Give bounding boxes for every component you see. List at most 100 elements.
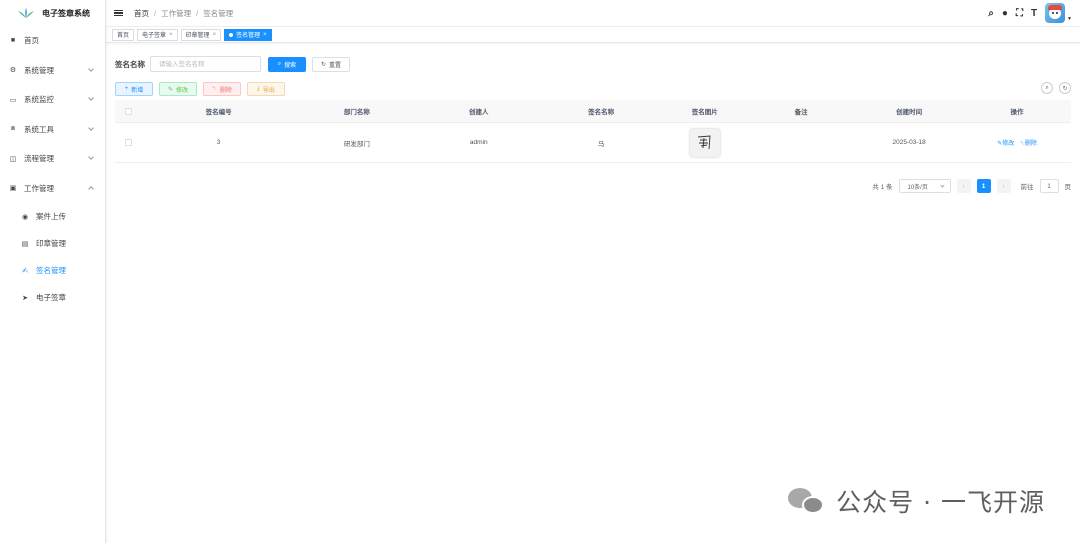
breadcrumb-home[interactable]: 首页	[134, 8, 149, 19]
plus-icon: +	[124, 86, 129, 92]
column-header-dept: 部门名称	[343, 109, 370, 116]
breadcrumb-work: 工作管理	[161, 8, 192, 18]
page-size-select[interactable]: 10条/页	[898, 179, 951, 193]
row-edit-label: 修改	[1002, 140, 1015, 147]
seal-icon: ▤	[21, 240, 29, 248]
goto-prefix: 前往	[1020, 184, 1034, 191]
refresh-icon[interactable]: ↻	[1059, 82, 1071, 94]
column-header-name: 签名名称	[588, 109, 615, 116]
dashboard-icon: ■	[10, 37, 16, 45]
breadcrumb-separator: /	[196, 8, 199, 18]
export-button[interactable]: ⤓ 导出	[247, 82, 285, 96]
cell-dept: 研发部门	[343, 140, 370, 148]
fullscreen-icon[interactable]: ⛶	[1016, 8, 1023, 19]
signature-table: 签名编号 部门名称 创建人 签名名称 签名图片 备注 创建时间 操作 3 研发部…	[115, 100, 1071, 163]
cell-name: 马	[597, 140, 605, 148]
edit-icon: ✎	[167, 86, 173, 93]
select-all-cell	[115, 107, 141, 115]
edit-button[interactable]: ✎ 修改	[159, 82, 197, 96]
add-button[interactable]: + 新增	[115, 82, 153, 96]
search-button-label: 搜索	[284, 62, 297, 69]
flow-icon: ◫	[9, 155, 17, 163]
tags-view: 首页 电子签章 × 印章管理 × 签名管理 ×	[106, 26, 1080, 43]
table-row[interactable]: 3 研发部门 admin 马 2025-03-18 ✎修改 ␡删除	[115, 123, 1071, 163]
sidebar-item-system-monitor[interactable]: ▭ 系统监控	[0, 85, 105, 115]
select-all-checkbox[interactable]	[124, 107, 132, 115]
sidebar-item-label: 系统监控	[24, 95, 54, 105]
tag-home[interactable]: 首页	[112, 28, 135, 41]
chevron-down-icon	[88, 154, 94, 160]
close-icon[interactable]: ×	[263, 32, 267, 38]
goto-page-input[interactable]	[1039, 179, 1059, 193]
column-header-remark: 备注	[794, 109, 808, 116]
close-icon[interactable]: ×	[169, 32, 173, 38]
next-page-button[interactable]: ›	[996, 179, 1011, 193]
sidebar-item-flow-management[interactable]: ◫ 流程管理	[0, 144, 105, 174]
send-icon: ➤	[22, 294, 28, 302]
row-checkbox[interactable]	[124, 139, 132, 146]
column-header-creator: 创建人	[469, 109, 489, 116]
signature-name-input[interactable]	[150, 56, 261, 72]
briefcase-icon: ▣	[9, 185, 17, 193]
search-form: 签名名称 ⌕ 搜索 ↻ 重置	[115, 56, 350, 72]
sidebar-subitem-case-upload[interactable]: ◉ 案件上传	[0, 203, 105, 230]
search-button[interactable]: ⌕ 搜索	[268, 56, 306, 72]
sidebar-item-label: 系统管理	[24, 65, 54, 75]
avatar[interactable]	[1045, 3, 1066, 23]
pagination-total: 共 1 条	[872, 184, 893, 191]
tag-signature-management[interactable]: 签名管理 ×	[224, 28, 272, 41]
active-dot-icon	[229, 32, 234, 37]
row-select-cell	[115, 139, 141, 146]
reset-button-label: 重置	[329, 62, 342, 69]
sidebar-item-label: 工作管理	[24, 183, 54, 193]
leaf-logo-icon	[18, 8, 34, 18]
caret-down-icon[interactable]: ▼	[1067, 16, 1072, 22]
cell-created: 2025-03-18	[892, 139, 926, 146]
tag-label: 签名管理	[236, 33, 261, 39]
sidebar-subitem-e-signature[interactable]: ➤ 电子签章	[0, 284, 105, 311]
tag-label: 电子签章	[142, 33, 167, 39]
chevron-down-icon	[88, 95, 94, 101]
page-number-1[interactable]: 1	[976, 179, 991, 193]
export-button-label: 导出	[262, 87, 275, 94]
sidebar-item-work-management[interactable]: ▣ 工作管理	[0, 174, 105, 204]
sidebar-item-system-management[interactable]: ⚙ 系统管理	[0, 56, 105, 86]
tag-e-signature[interactable]: 电子签章 ×	[137, 28, 178, 41]
reset-button[interactable]: ↻ 重置	[312, 56, 350, 72]
breadcrumb-current: 签名管理	[203, 8, 234, 18]
download-icon: ⤓	[257, 85, 260, 92]
signature-image[interactable]	[689, 128, 720, 157]
main-content: 签名名称 ⌕ 搜索 ↻ 重置 + 新增 ✎ 修改 ␡ 删除 ⤓ 导出 ⌕ ↻	[106, 44, 1080, 543]
tag-seal-management[interactable]: 印章管理 ×	[180, 28, 222, 41]
wechat-icon	[788, 486, 828, 516]
pagination: 共 1 条 10条/页 ‹ 1 › 前往 页	[872, 179, 1071, 193]
row-edit-link[interactable]: ✎修改	[997, 141, 1014, 147]
sidebar-subitem-label: 案件上传	[36, 212, 66, 221]
cell-image	[662, 128, 747, 157]
signature-icon: ✍	[22, 267, 28, 275]
sidebar-item-label: 系统工具	[24, 124, 54, 134]
font-size-icon[interactable]: T	[1031, 8, 1037, 19]
sidebar: 电子签章系统 ■ 首页 ⚙ 系统管理 ▭ 系统监控 ⧈ 系统工具 ◫ 流程管理 …	[0, 0, 106, 543]
toolbox-icon: ⧈	[10, 125, 16, 133]
chevron-down-icon	[939, 183, 945, 188]
page-size-value: 10条/页	[907, 184, 928, 191]
hamburger-icon[interactable]	[114, 8, 123, 18]
breadcrumb-separator: /	[154, 8, 157, 18]
chevron-down-icon	[88, 65, 94, 72]
sidebar-subitem-seal-management[interactable]: ▤ 印章管理	[0, 230, 105, 257]
delete-button[interactable]: ␡ 删除	[203, 82, 241, 96]
search-toggle-icon[interactable]: ⌕	[1041, 82, 1053, 94]
search-icon[interactable]: ⌕	[988, 8, 994, 19]
sidebar-subitem-signature-management[interactable]: ✍ 签名管理	[0, 257, 105, 284]
table-header: 签名编号 部门名称 创建人 签名名称 签名图片 备注 创建时间 操作	[115, 100, 1071, 123]
prev-page-button[interactable]: ‹	[956, 179, 971, 193]
sidebar-item-system-tools[interactable]: ⧈ 系统工具	[0, 115, 105, 145]
edit-button-label: 修改	[176, 87, 189, 94]
row-delete-link[interactable]: ␡删除	[1020, 141, 1037, 147]
app-logo[interactable]: 电子签章系统	[0, 0, 105, 26]
chevron-down-icon	[88, 124, 94, 131]
github-icon[interactable]: ●	[1002, 8, 1008, 19]
close-icon[interactable]: ×	[213, 32, 217, 38]
sidebar-item-home[interactable]: ■ 首页	[0, 26, 105, 56]
